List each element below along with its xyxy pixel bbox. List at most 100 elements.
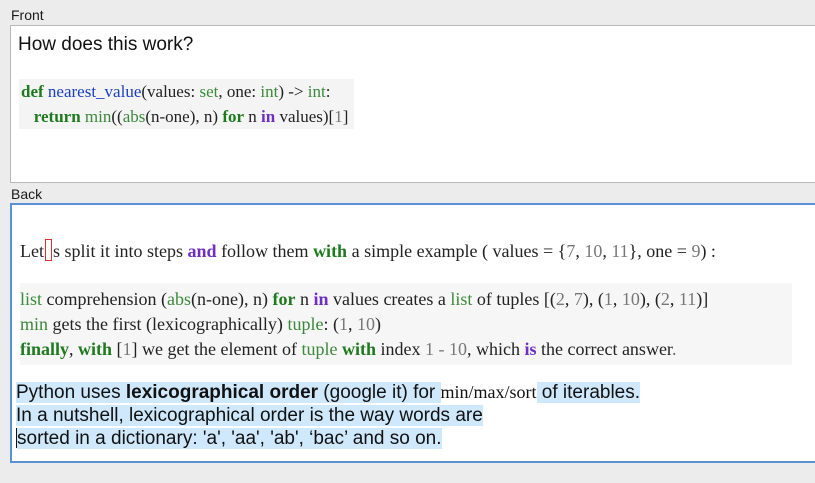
intro-text: follow them (216, 241, 314, 261)
step-text: , (69, 339, 79, 359)
back-field[interactable]: Let s split it into steps and follow them… (10, 203, 815, 463)
step-text: comprehension ( (42, 289, 167, 309)
is-keyword: is (524, 339, 537, 359)
number: 1 (122, 339, 132, 359)
step-3: finally, with [1] we get the element of … (20, 337, 792, 362)
finally-keyword: finally (20, 339, 70, 359)
step-text: )] (696, 289, 709, 309)
summary-text: (google it) for (318, 382, 441, 403)
number: 2 (660, 289, 670, 309)
step-2: min gets the first (lexicographically) t… (20, 312, 792, 337)
number: 10 (621, 289, 640, 309)
step-text: ] we get the element of (131, 339, 302, 359)
summary-text: In a nutshell, lexicographical order is … (16, 405, 483, 426)
summary-paragraph: Python uses lexicographical order (googl… (16, 381, 641, 450)
text-cursor (45, 239, 52, 261)
number: 11 (611, 241, 629, 261)
summary-text: sorted in a dictionary: 'a', 'aa', 'ab',… (17, 428, 442, 449)
code-line-1: def nearest_value(values: set, one: int)… (21, 79, 348, 104)
step-text: , (669, 289, 679, 309)
step-text: of tuples [( (472, 289, 556, 309)
step-text: gets the first (lexicographically) (48, 314, 288, 334)
int-type: int (307, 82, 326, 101)
step-text: : ( (323, 314, 339, 334)
code-text: (n-one), n) (145, 107, 223, 126)
abs-builtin: abs (122, 107, 146, 126)
step-text: , (612, 289, 622, 309)
intro-text: Let (20, 241, 44, 261)
step-text: , which (466, 339, 525, 359)
in-keyword: in (313, 289, 329, 309)
steps-block: list comprehension (abs(n-one), n) for n… (20, 283, 792, 365)
intro-text: ) : (700, 241, 716, 261)
tuple-builtin: tuple (287, 314, 324, 334)
abs-builtin: abs (166, 289, 191, 309)
step-text: ), ( (582, 289, 604, 309)
number: 10 (356, 314, 375, 334)
int-type: int (260, 82, 279, 101)
tuple-builtin: tuple (301, 339, 338, 359)
index-number: 1 (334, 107, 343, 126)
step-text: , (347, 314, 357, 334)
summary-line-1: Python uses lexicographical order (googl… (16, 381, 641, 404)
code-text: , one: (218, 82, 261, 101)
summary-line-2: In a nutshell, lexicographical order is … (16, 404, 640, 427)
intro-text: a simple example ( values = { (347, 241, 567, 261)
list-builtin: list (20, 289, 43, 309)
list-builtin: list (450, 289, 473, 309)
with-keyword: with (341, 339, 376, 359)
def-keyword: def (21, 82, 44, 101)
summary-serif-text: min/max/sort (440, 382, 537, 402)
step-1: list comprehension (abs(n-one), n) for n… (20, 287, 792, 312)
number: 7 (566, 241, 576, 261)
intro-text: , (575, 241, 585, 261)
step-text: (n-one), n) (190, 289, 273, 309)
summary-text: of iterables. (536, 382, 641, 403)
code-text: ] (342, 107, 349, 126)
step-text: [ (112, 339, 123, 359)
step-text: n (295, 289, 314, 309)
min-builtin: min (84, 107, 112, 126)
step-text: the correct answer (536, 339, 672, 359)
with-keyword: with (313, 241, 348, 261)
number: 10 (584, 241, 603, 261)
set-type: set (199, 82, 219, 101)
step-text: . (671, 339, 677, 359)
summary-line-3: sorted in a dictionary: 'a', 'aa', 'ab',… (16, 427, 640, 450)
number: 11 (678, 289, 697, 309)
step-text: ), ( (639, 289, 661, 309)
function-name: nearest_value (47, 82, 142, 101)
number: 7 (573, 289, 583, 309)
code-text: (values: (141, 82, 200, 101)
number: 1 (338, 314, 348, 334)
code-block: def nearest_value(values: set, one: int)… (19, 79, 355, 129)
step-text: ) (374, 314, 381, 334)
code-text: ) -> (278, 82, 308, 101)
for-keyword: for (272, 289, 296, 309)
min-builtin: min (20, 314, 49, 334)
code-text: : (325, 82, 331, 101)
back-intro: Let s split it into steps and follow them… (20, 239, 716, 262)
step-text: index (375, 339, 425, 359)
front-field[interactable]: How does this work? def nearest_value(va… (10, 25, 815, 183)
step-text: values creates a (328, 289, 451, 309)
number: 2 (555, 289, 565, 309)
number: 1 (603, 289, 613, 309)
intro-text: }, one = (628, 241, 692, 261)
for-keyword: for (222, 107, 245, 126)
return-keyword: return (33, 107, 81, 126)
summary-bold-text: lexicographical order (125, 382, 319, 403)
index-expression: 1 - 10 (424, 339, 467, 359)
code-text: (( (111, 107, 123, 126)
with-keyword: with (78, 339, 113, 359)
in-keyword: in (261, 107, 276, 126)
back-label: Back (11, 186, 43, 202)
code-line-2: return min((abs(n-one), n) for n in valu… (21, 104, 349, 129)
intro-text: , (602, 241, 612, 261)
code-text: values)[ (275, 107, 335, 126)
and-keyword: and (187, 241, 217, 261)
summary-text: Python uses (16, 382, 126, 403)
code-text: n (244, 107, 262, 126)
front-label: Front (11, 7, 44, 23)
